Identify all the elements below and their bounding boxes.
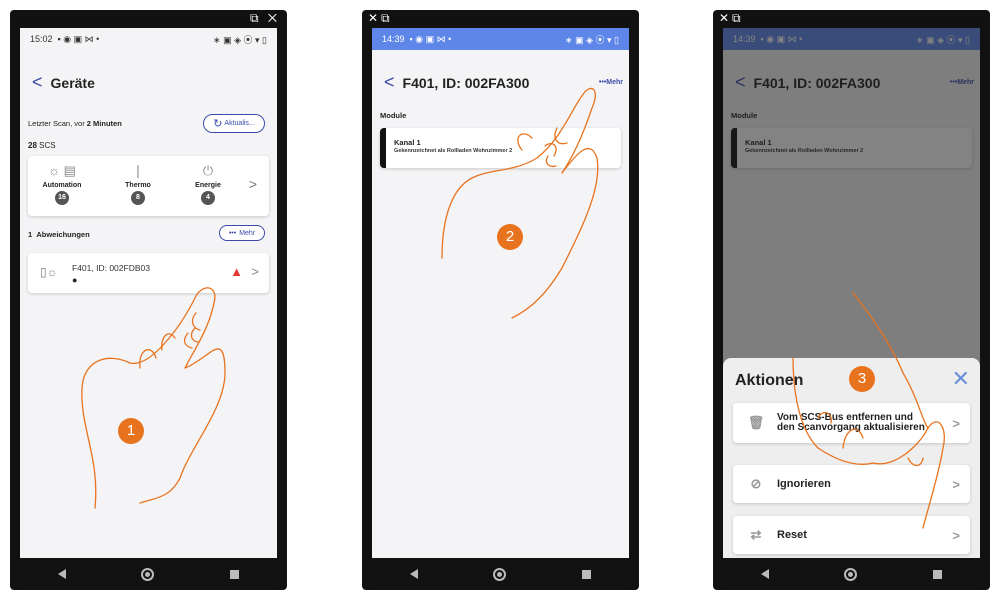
hand-pointer-illustration — [81, 287, 226, 509]
hand-pointer-illustration — [441, 87, 599, 319]
screen-actions: 14:39 ▪ ◉ ▣ ⋈ • ∗ ▣ ◈ ⦿ ▾ ▯ < F401, ID: … — [723, 28, 980, 558]
nav-back-icon[interactable] — [409, 569, 418, 579]
phone-frame-1: ⧉ ✕ 15:02 ▪ ◉ ▣ ⋈ • ∗ ▣ ◈ ⦿ ▾ ▯ < Geräte… — [10, 10, 287, 590]
callout-2: 2 — [497, 224, 523, 250]
nav-back-icon[interactable] — [760, 569, 769, 579]
nav-home-icon[interactable] — [844, 567, 858, 581]
phone-frame-2: ✕⧉ 14:39 ▪ ◉ ▣ ⋈ • ∗ ▣ ◈ ⦿ ▾ ▯ < F401, I… — [362, 10, 639, 590]
nav-back-icon[interactable] — [57, 569, 66, 579]
android-nav-bar — [20, 558, 277, 590]
nav-home-icon[interactable] — [141, 567, 155, 581]
screen-devices: 15:02 ▪ ◉ ▣ ⋈ • ∗ ▣ ◈ ⦿ ▾ ▯ < Geräte Let… — [20, 28, 277, 558]
screen-device-detail: 14:39 ▪ ◉ ▣ ⋈ • ∗ ▣ ◈ ⦿ ▾ ▯ < F401, ID: … — [372, 28, 629, 558]
window-controls[interactable]: ⧉ ✕ — [250, 11, 280, 26]
nav-recent-icon[interactable] — [230, 569, 240, 579]
callout-1: 1 — [118, 418, 144, 444]
android-nav-bar — [372, 558, 629, 590]
window-controls[interactable]: ✕⧉ — [719, 11, 744, 26]
callout-3: 3 — [849, 366, 875, 392]
android-nav-bar — [723, 558, 980, 590]
nav-recent-icon[interactable] — [582, 569, 592, 579]
hand-pointer-illustration — [792, 292, 945, 529]
nav-recent-icon[interactable] — [933, 569, 943, 579]
phone-frame-3: ✕⧉ 14:39 ▪ ◉ ▣ ⋈ • ∗ ▣ ◈ ⦿ ▾ ▯ < F401, I… — [713, 10, 990, 590]
nav-home-icon[interactable] — [493, 567, 507, 581]
window-controls[interactable]: ✕⧉ — [368, 11, 393, 26]
